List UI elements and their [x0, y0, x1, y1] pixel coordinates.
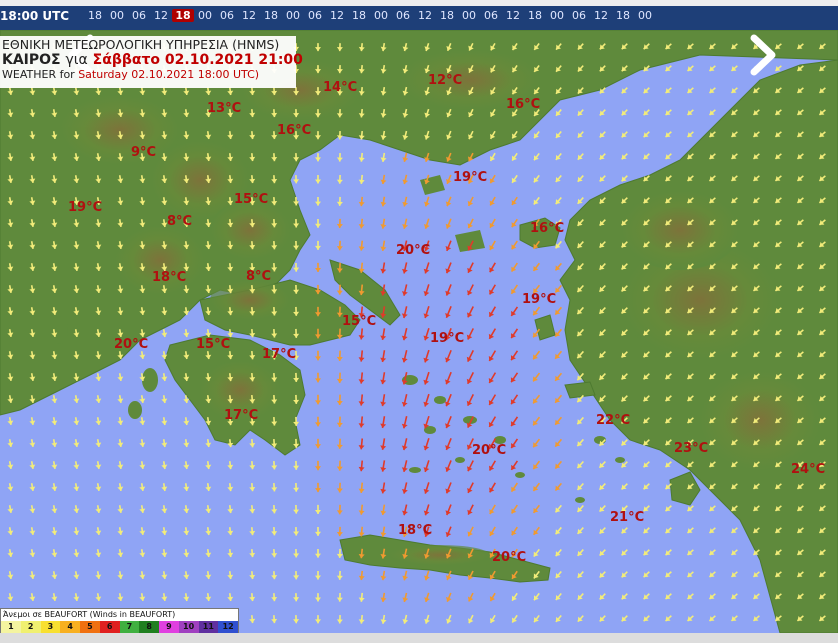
temperature-label: 13°C: [207, 101, 242, 116]
forecast-hour-21[interactable]: 00: [546, 9, 568, 22]
forecast-hour-9[interactable]: 00: [282, 9, 304, 22]
browser-status-bar: [0, 633, 838, 643]
beaufort-cell-1: 1: [1, 621, 21, 633]
temperature-label: 20°C: [396, 243, 431, 258]
forecast-hour-25[interactable]: 00: [634, 9, 656, 22]
temperature-label: 17°C: [224, 408, 259, 423]
utc-time-label: 18:00 UTC: [0, 9, 70, 23]
temperature-label: 12°C: [428, 73, 463, 88]
temperature-label: 19°C: [522, 292, 557, 307]
forecast-hour-12[interactable]: 18: [348, 9, 370, 22]
forecast-hour-11[interactable]: 12: [326, 9, 348, 22]
beaufort-cell-12: 12: [218, 621, 238, 633]
temperature-label: 20°C: [472, 443, 507, 458]
weather-map: 14°C 12°C 16°C 13°C 16°C 9°C 19°C 15°C 19°C 8°C 16…: [0, 30, 838, 633]
forecast-hour-3[interactable]: 12: [150, 9, 172, 22]
temperature-label: 19°C: [453, 170, 488, 185]
forecast-date-greek: Σάββατο 02.10.2021 21:00: [92, 52, 303, 68]
temperature-label: 19°C: [430, 331, 465, 346]
temperature-label: 8°C: [167, 214, 193, 229]
beaufort-cell-8: 8: [139, 621, 159, 633]
forecast-hour-16[interactable]: 18: [436, 9, 458, 22]
forecast-hour-14[interactable]: 06: [392, 9, 414, 22]
temperature-label: 9°C: [131, 145, 157, 160]
forecast-hour-17[interactable]: 00: [458, 9, 480, 22]
forecast-hour-strip[interactable]: 18 00 06 12 18 00 06 12 18 00 06 12 18 00 06 12 18 00 06 12…: [84, 9, 656, 27]
forecast-hour-10[interactable]: 06: [304, 9, 326, 22]
map-svg: [0, 30, 838, 633]
forecast-hour-15[interactable]: 12: [414, 9, 436, 22]
temperature-label: 14°C: [323, 80, 358, 95]
temperature-label: 16°C: [530, 221, 565, 236]
agency-title: ΕΘΝΙΚΗ ΜΕΤΕΩΡΟΛΟΓΙΚΗ ΥΠΗΡΕΣΙΑ (HNMS): [2, 37, 280, 52]
temperature-label: 24°C: [791, 462, 826, 477]
forecast-hour-8[interactable]: 18: [260, 9, 282, 22]
temperature-label: 18°C: [398, 523, 433, 538]
forecast-hour-5[interactable]: 00: [194, 9, 216, 22]
legend-scale: 1 2 3 4 5 6 7 8 9 10 11 12: [1, 621, 238, 633]
temperature-label: 20°C: [114, 337, 149, 352]
legend-title: Άνεμοι σε BEAUFORT (Winds in BEAUFORT): [3, 610, 176, 619]
temperature-label: 22°C: [596, 413, 631, 428]
forecast-title-box: ΕΘΝΙΚΗ ΜΕΤΕΩΡΟΛΟΓΙΚΗ ΥΠΗΡΕΣΙΑ (HNMS) ΚΑΙ…: [0, 36, 303, 88]
forecast-hour-4[interactable]: 18: [172, 9, 194, 22]
browser-bookmarks-strip: [0, 0, 838, 6]
forecast-title-english: WEATHER for Saturday 02.10.2021 18:00 UT…: [2, 68, 260, 81]
temperature-label: 8°C: [246, 269, 272, 284]
temperature-label: 18°C: [152, 270, 187, 285]
land-samos: [564, 381, 596, 399]
forecast-hour-13[interactable]: 00: [370, 9, 392, 22]
forecast-hour-6[interactable]: 06: [216, 9, 238, 22]
temperature-label: 15°C: [342, 314, 377, 329]
beaufort-cell-4: 4: [60, 621, 80, 633]
temperature-label: 21°C: [610, 510, 645, 525]
beaufort-cell-3: 3: [40, 621, 61, 633]
beaufort-cell-11: 11: [198, 621, 219, 633]
forecast-hour-1[interactable]: 00: [106, 9, 128, 22]
forecast-hour-18[interactable]: 06: [480, 9, 502, 22]
beaufort-cell-9: 9: [159, 621, 179, 633]
temperature-label: 19°C: [68, 200, 103, 215]
forecast-title-greek: ΚΑΙΡΟΣ για Σάββατο 02.10.2021 21:00: [2, 52, 303, 68]
temperature-label: 17°C: [262, 347, 297, 362]
forecast-hour-23[interactable]: 12: [590, 9, 612, 22]
forecast-hour-19[interactable]: 12: [502, 9, 524, 22]
temperature-label: 15°C: [196, 337, 231, 352]
temperature-label: 15°C: [234, 192, 269, 207]
temperature-label: 16°C: [506, 97, 541, 112]
beaufort-cell-6: 6: [99, 621, 120, 633]
next-arrow-icon[interactable]: [742, 30, 782, 80]
forecast-hour-0[interactable]: 18: [84, 9, 106, 22]
time-navigation-bar: 18:00 UTC 18 00 06 12 18 00 06 12 18 00 06 12 18 00 06…: [0, 0, 838, 30]
temperature-label: 20°C: [492, 550, 527, 565]
beaufort-cell-5: 5: [80, 621, 100, 633]
beaufort-cell-10: 10: [178, 621, 199, 633]
forecast-hour-7[interactable]: 12: [238, 9, 260, 22]
beaufort-cell-2: 2: [20, 621, 41, 633]
temperature-label: 23°C: [674, 441, 709, 456]
beaufort-legend: Άνεμοι σε BEAUFORT (Winds in BEAUFORT) 1…: [0, 608, 239, 636]
forecast-hour-20[interactable]: 18: [524, 9, 546, 22]
temperature-label: 16°C: [277, 123, 312, 138]
beaufort-cell-7: 7: [119, 621, 140, 633]
forecast-hour-2[interactable]: 06: [128, 9, 150, 22]
forecast-date-english: Saturday 02.10.2021 18:00 UTC): [78, 68, 260, 81]
forecast-hour-22[interactable]: 06: [568, 9, 590, 22]
forecast-hour-24[interactable]: 18: [612, 9, 634, 22]
